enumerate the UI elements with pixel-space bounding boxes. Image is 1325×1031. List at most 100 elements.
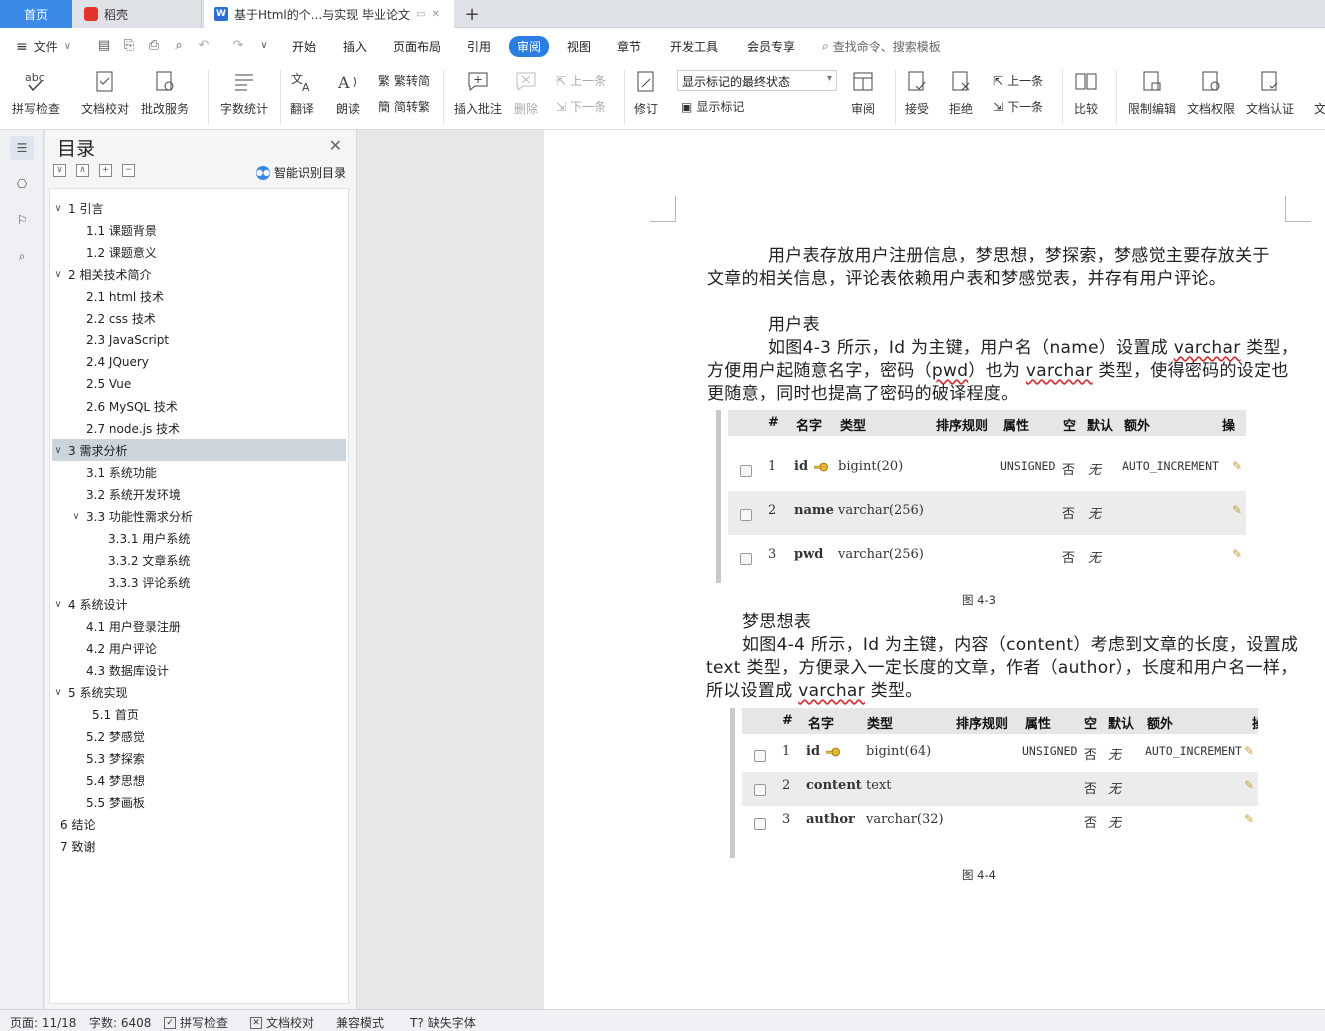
print-icon[interactable]: ⎙ (146, 38, 162, 54)
chevron-down-icon[interactable]: ∨ (52, 269, 64, 280)
row-checkbox[interactable] (754, 818, 766, 830)
edit-pencil-icon[interactable]: ✎ (1244, 812, 1254, 826)
tab-home[interactable]: 首页 (0, 0, 72, 28)
save-icon[interactable]: ▤ (96, 38, 112, 54)
chevron-down-icon[interactable]: ∨ (70, 511, 82, 522)
read-aloud-button[interactable]: A 朗读 (334, 68, 362, 117)
prev-comment-button[interactable]: ⇱ 上一条 (556, 72, 606, 89)
next-change-button[interactable]: ⇲ 下一条 (993, 98, 1043, 115)
spell-check-button[interactable]: abc 拼写检查 (12, 68, 60, 117)
chevron-down-icon[interactable]: ∨ (52, 203, 64, 214)
collapse-all-icon[interactable]: ∧ (76, 164, 89, 177)
monitor-icon[interactable]: ▭ (416, 9, 425, 20)
toc-item[interactable]: ∨ 3.3 功能性需求分析 (52, 505, 346, 527)
word-count-indicator[interactable]: 字数: 6408 (89, 1014, 151, 1031)
next-comment-button[interactable]: ⇲ 下一条 (556, 98, 606, 115)
toc-item[interactable]: 4.2 用户评论 (52, 637, 346, 659)
toc-item[interactable]: 4.3 数据库设计 (52, 659, 346, 681)
show-markup-button[interactable]: ▣ 显示标记 (681, 98, 744, 115)
proof-status[interactable]: ✕ 文档校对 (250, 1014, 314, 1031)
doc-check-button[interactable]: 文档校对 (81, 68, 129, 117)
toc-item[interactable]: ∨ 3 需求分析 (52, 439, 346, 461)
toc-item[interactable]: 2.7 node.js 技术 (52, 417, 346, 439)
tab-insert[interactable]: 插入 (343, 38, 367, 55)
row-checkbox[interactable] (740, 509, 752, 521)
toc-item[interactable]: 3.3.3 评论系统 (52, 571, 346, 593)
edit-pencil-icon[interactable]: ✎ (1244, 778, 1254, 792)
tab-document[interactable]: W 基于Html的个...与实现 毕业论文 ▭ ✕ (204, 0, 454, 28)
chevron-down-icon[interactable]: ∨ (52, 599, 64, 610)
edit-pencil-icon[interactable]: ✎ (1232, 503, 1242, 517)
toc-item[interactable]: ∨ 2 相关技术简介 (52, 263, 346, 285)
toc-item[interactable]: 2.3 JavaScript (52, 329, 346, 351)
delete-comment-button[interactable]: 删除 (512, 68, 540, 117)
tab-review[interactable]: 审阅 (509, 36, 550, 57)
toc-item[interactable]: 5.2 梦感觉 (52, 725, 346, 747)
ribbon-more-button[interactable]: 文 (1306, 68, 1325, 117)
toc-item[interactable]: ∨ 1 引言 (52, 197, 346, 219)
toc-pane-icon[interactable]: ☰ (10, 136, 34, 160)
close-tab-icon[interactable]: ✕ (431, 9, 439, 20)
toc-item[interactable]: 1.1 课题背景 (52, 219, 346, 241)
toc-item[interactable]: 6 结论 (52, 813, 346, 835)
word-count-button[interactable]: 字数统计 (220, 68, 268, 117)
chevron-down-icon[interactable]: ∨ (52, 445, 64, 456)
chevron-down-icon[interactable]: ∨ (52, 687, 64, 698)
smart-toc-button[interactable]: ●● 智能识别目录 (255, 164, 346, 181)
add-heading-icon[interactable]: + (99, 164, 112, 177)
close-icon[interactable]: ✕ (329, 136, 342, 155)
edit-pencil-icon[interactable]: ✎ (1232, 547, 1242, 561)
missing-font-status[interactable]: T? 缺失字体 (410, 1014, 476, 1031)
toc-item[interactable]: 5.3 梦探索 (52, 747, 346, 769)
redo-icon[interactable]: ↷ (230, 38, 246, 54)
toc-item[interactable]: 5.5 梦画板 (52, 791, 346, 813)
file-menu[interactable]: ≡ 文件 ∨ (16, 38, 71, 55)
compat-mode[interactable]: 兼容模式 (336, 1014, 384, 1031)
page-indicator[interactable]: 页面: 11/18 (10, 1014, 76, 1031)
revision-service-button[interactable]: 批改服务 (141, 68, 189, 117)
toc-item[interactable]: 2.5 Vue (52, 373, 346, 395)
tab-references[interactable]: 引用 (467, 38, 491, 55)
bookmark-icon[interactable]: ⚐ (10, 208, 34, 232)
reject-button[interactable]: 拒绝 (947, 68, 975, 117)
toc-item[interactable]: 7 致谢 (52, 835, 346, 857)
compare-button[interactable]: 比较 (1072, 68, 1100, 117)
translate-button[interactable]: 文A 翻译 (288, 68, 316, 117)
toc-item[interactable]: 3.2 系统开发环境 (52, 483, 346, 505)
command-search[interactable]: ⌕ 查找命令、搜索模板 (822, 38, 941, 55)
row-checkbox[interactable] (754, 750, 766, 762)
search-icon[interactable]: ⌕ (10, 244, 34, 268)
tab-start[interactable]: 开始 (292, 38, 316, 55)
row-checkbox[interactable] (740, 465, 752, 477)
new-tab-button[interactable]: + (460, 0, 484, 28)
remove-heading-icon[interactable]: − (122, 164, 135, 177)
expand-all-icon[interactable]: ∨ (53, 164, 66, 177)
accept-button[interactable]: 接受 (903, 68, 931, 117)
trad-to-simp-button[interactable]: 繁 繁转简 (378, 72, 430, 89)
toc-item[interactable]: 1.2 课题意义 (52, 241, 346, 263)
toc-item[interactable]: 3.3.1 用户系统 (52, 527, 346, 549)
edit-pencil-icon[interactable]: ✎ (1244, 744, 1254, 758)
undo-icon[interactable]: ↶ (196, 38, 212, 54)
edit-pencil-icon[interactable]: ✎ (1232, 459, 1242, 473)
row-checkbox[interactable] (754, 784, 766, 796)
doc-certify-button[interactable]: 文档认证 (1246, 68, 1294, 117)
toc-item[interactable]: 3.3.2 文章系统 (52, 549, 346, 571)
tab-view[interactable]: 视图 (567, 38, 591, 55)
toc-item[interactable]: ∨ 5 系统实现 (52, 681, 346, 703)
toc-item[interactable]: ∨ 4 系统设计 (52, 593, 346, 615)
prev-change-button[interactable]: ⇱ 上一条 (993, 72, 1043, 89)
chapter-nav-icon[interactable]: ⎔ (10, 172, 34, 196)
toc-item[interactable]: 2.2 css 技术 (52, 307, 346, 329)
review-pane-button[interactable]: 审阅 (849, 68, 877, 117)
toc-item[interactable]: 3.1 系统功能 (52, 461, 346, 483)
toc-item[interactable]: 5.4 梦思想 (52, 769, 346, 791)
toc-item[interactable]: 2.1 html 技术 (52, 285, 346, 307)
tab-member[interactable]: 会员专享 (747, 38, 795, 55)
print-preview-icon[interactable]: ⌕ (171, 38, 187, 54)
tab-developer[interactable]: 开发工具 (670, 38, 718, 55)
insert-comment-button[interactable]: 插入批注 (454, 68, 502, 117)
export-pdf-icon[interactable]: ⎘ (121, 38, 137, 54)
toc-item[interactable]: 2.4 JQuery (52, 351, 346, 373)
tab-chapter[interactable]: 章节 (617, 38, 641, 55)
